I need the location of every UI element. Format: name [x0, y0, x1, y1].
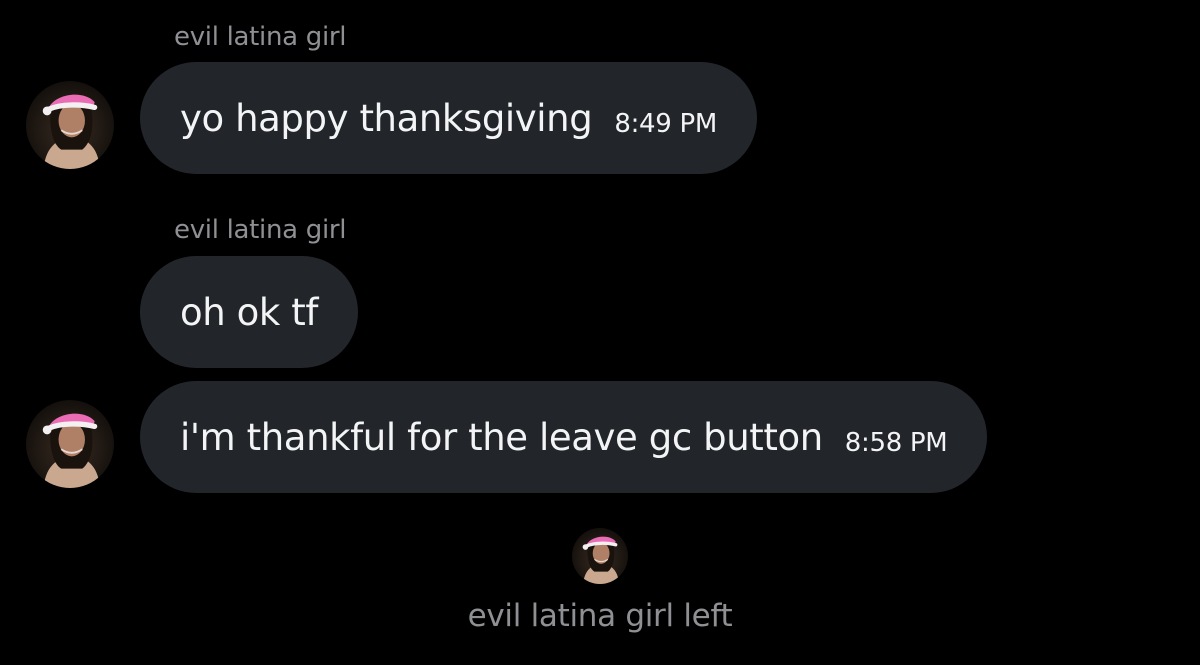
avatar-image: [572, 528, 628, 584]
avatar-image: [26, 400, 114, 488]
sender-name: evil latina girl: [174, 22, 347, 52]
message-timestamp: 8:49 PM: [614, 109, 717, 139]
avatar[interactable]: [26, 400, 114, 488]
avatar[interactable]: [26, 81, 114, 169]
system-notice-left: evil latina girl left: [467, 598, 733, 634]
message-timestamp: 8:58 PM: [844, 428, 948, 458]
message-text: oh ok tf: [180, 290, 319, 334]
message-text: i'm thankful for the leave gc button: [180, 415, 823, 459]
message-bubble[interactable]: yo happy thanksgiving 8:49 PM: [140, 62, 757, 174]
avatar-small[interactable]: [572, 528, 628, 584]
avatar-image: [26, 81, 114, 169]
message-bubble[interactable]: i'm thankful for the leave gc button 8:5…: [140, 381, 988, 493]
message-text: yo happy thanksgiving: [180, 96, 593, 140]
message-bubble[interactable]: oh ok tf: [140, 256, 359, 368]
sender-name: evil latina girl: [174, 215, 347, 245]
